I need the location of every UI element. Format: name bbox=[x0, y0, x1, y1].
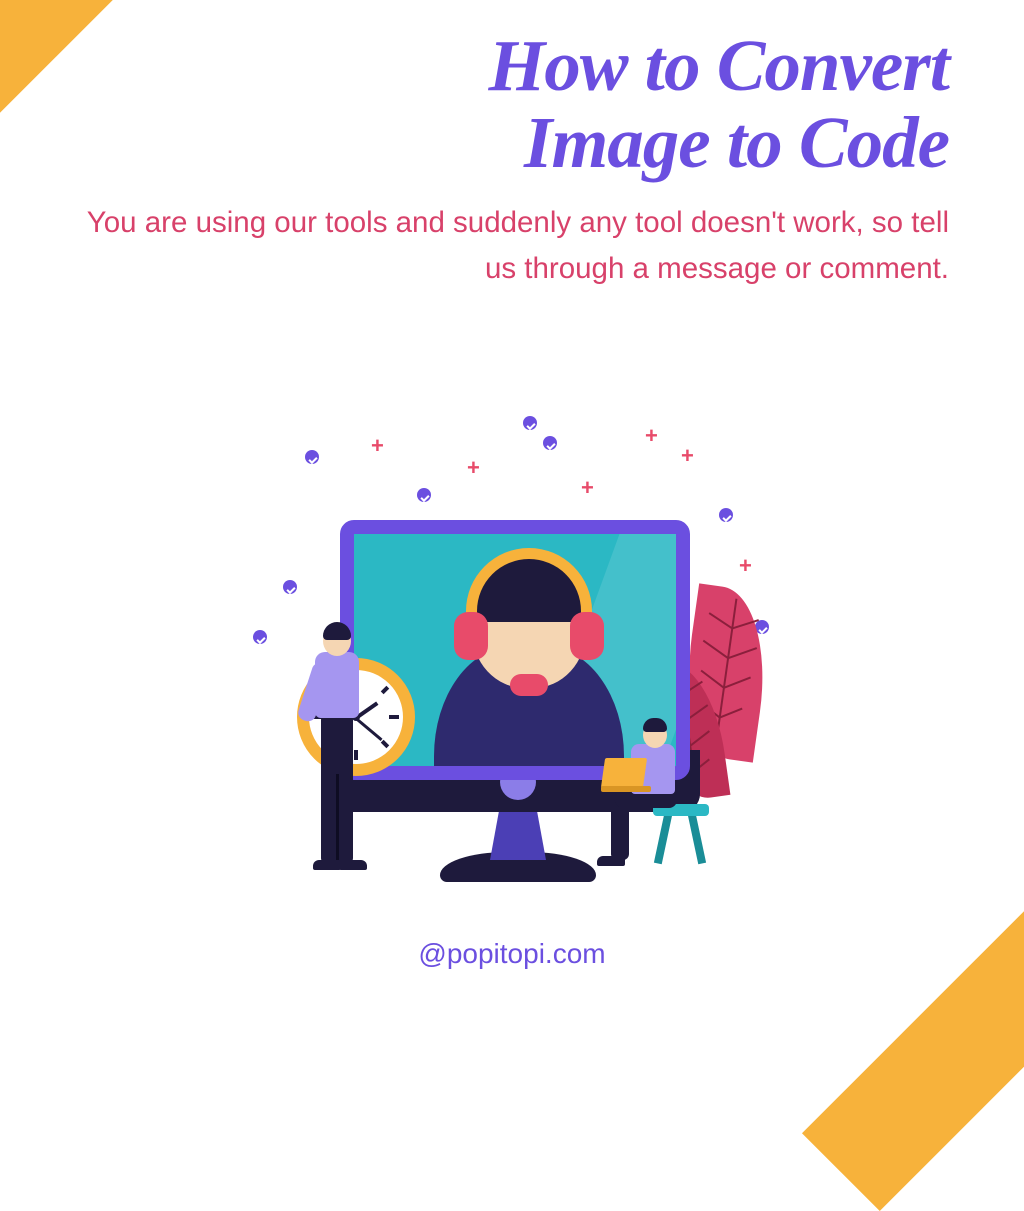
laptop-icon bbox=[601, 758, 647, 788]
check-dot-icon bbox=[523, 416, 537, 430]
plus-icon: + bbox=[371, 438, 387, 454]
check-dot-icon bbox=[305, 450, 319, 464]
chair-leg bbox=[688, 814, 706, 865]
chair-leg bbox=[654, 814, 672, 865]
footer-handle: @popitopi.com bbox=[0, 938, 1024, 970]
headset-mic-icon bbox=[510, 674, 548, 696]
monitor-stand-neck bbox=[490, 805, 546, 860]
title-line-1: How to Convert bbox=[488, 25, 949, 106]
check-dot-icon bbox=[543, 436, 557, 450]
headset-earcup-icon bbox=[454, 612, 488, 660]
person-sitting-leg bbox=[611, 800, 629, 860]
title-line-2: Image to Code bbox=[524, 102, 949, 183]
laptop-icon bbox=[601, 786, 651, 792]
hero-illustration: + + + + + + + bbox=[245, 400, 775, 900]
plus-icon: + bbox=[739, 558, 755, 574]
check-dot-icon bbox=[253, 630, 267, 644]
person-standing-foot bbox=[339, 860, 367, 870]
page-title: How to Convert Image to Code bbox=[80, 28, 949, 181]
person-standing-legs bbox=[336, 774, 339, 864]
check-dot-icon bbox=[283, 580, 297, 594]
plus-icon: + bbox=[681, 448, 697, 464]
plus-icon: + bbox=[581, 480, 597, 496]
check-dot-icon bbox=[719, 508, 733, 522]
person-sitting-hair bbox=[643, 718, 667, 732]
headset-earcup-icon bbox=[570, 612, 604, 660]
check-dot-icon bbox=[417, 488, 431, 502]
person-sitting-foot bbox=[597, 856, 625, 866]
headset-band-icon bbox=[466, 548, 592, 622]
subtitle-text: You are using our tools and suddenly any… bbox=[72, 200, 949, 291]
plus-icon: + bbox=[467, 460, 483, 476]
person-standing-foot bbox=[313, 860, 341, 870]
plus-icon: + bbox=[645, 428, 661, 444]
